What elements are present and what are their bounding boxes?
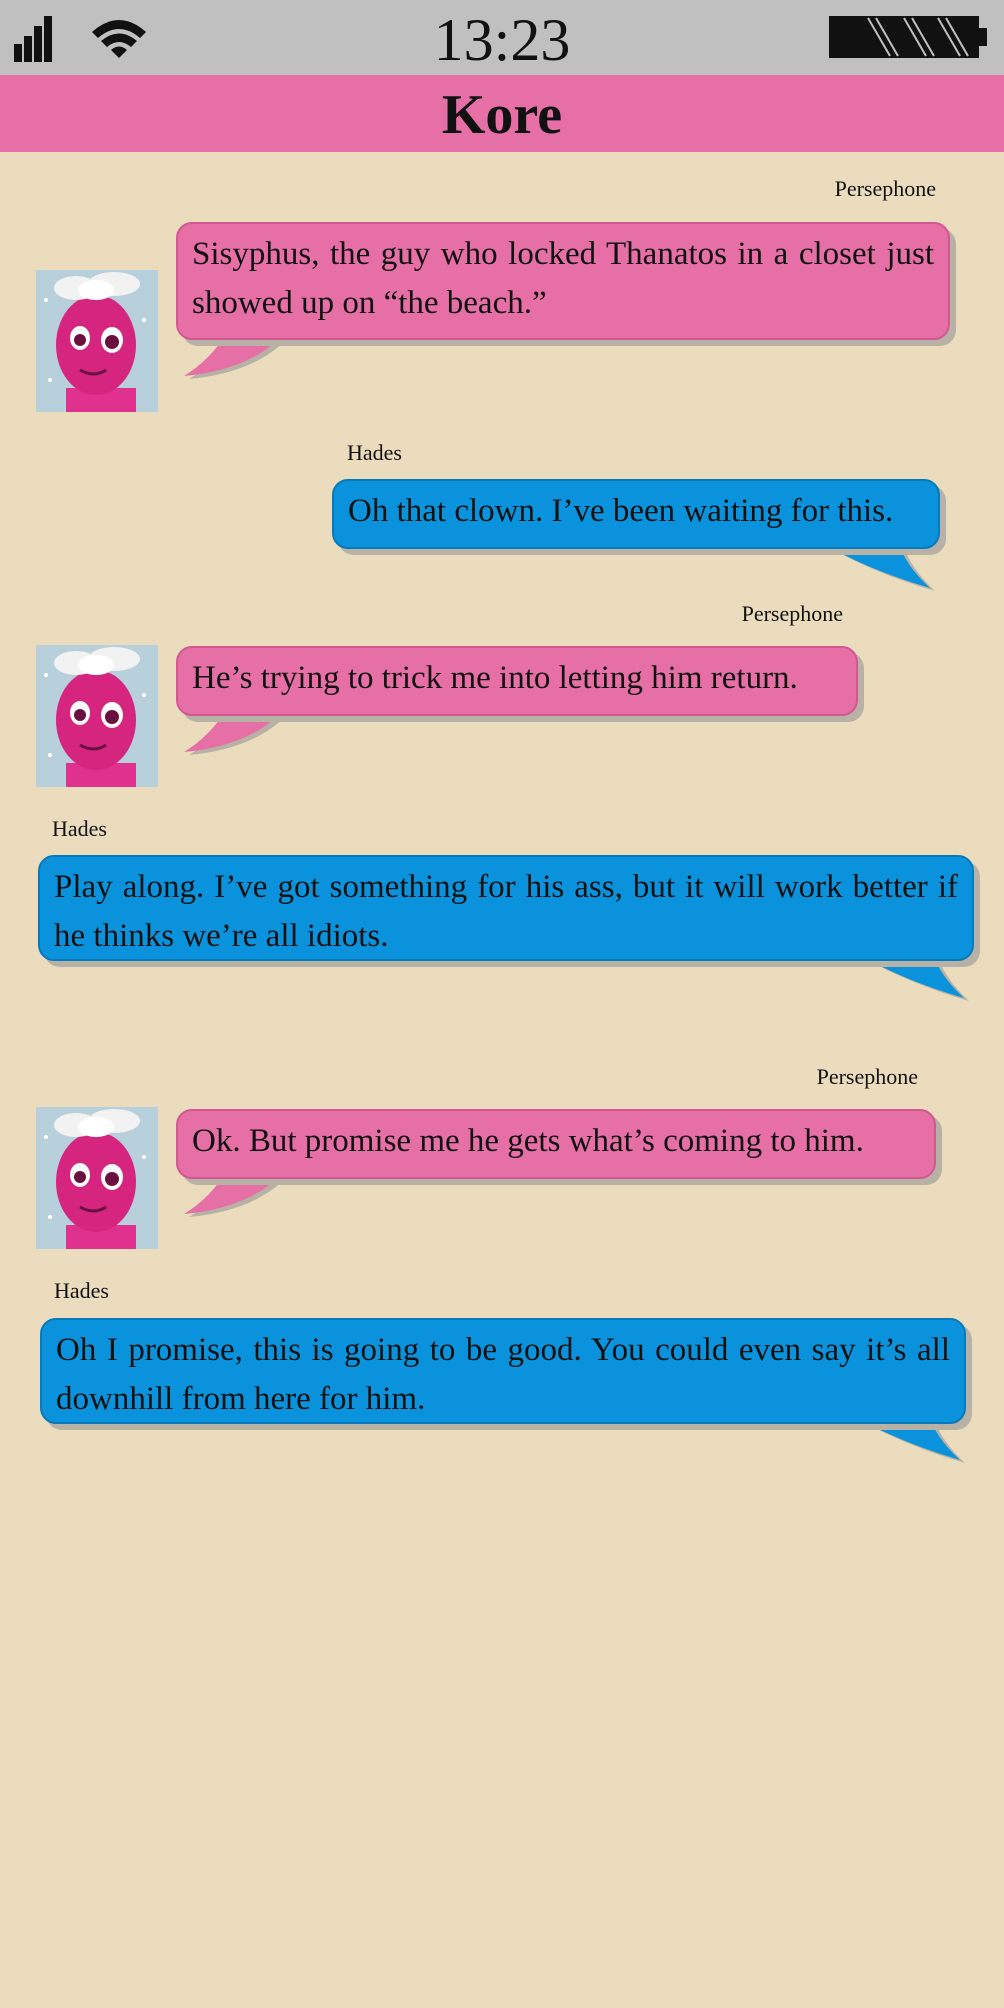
conversation-title: Kore (0, 75, 1004, 152)
sender-name: Persephone (834, 176, 936, 201)
message-bubble: Play along. I’ve got something for his a… (38, 855, 974, 961)
persephone-avatar (36, 270, 158, 412)
sender-name: Hades (52, 816, 107, 841)
sender-name: Hades (54, 1278, 109, 1303)
message-bubble: Oh I promise, this is going to be good. … (40, 1318, 966, 1424)
message-bubble: Sisyphus, the guy who locked Thanatos in… (176, 222, 950, 340)
sender-name: Persephone (816, 1064, 918, 1089)
status-bar: 13:23 (0, 0, 1004, 75)
persephone-avatar (36, 1107, 158, 1249)
message-bubble: Oh that clown. I’ve been waiting for thi… (332, 479, 940, 549)
battery-icon (829, 16, 987, 58)
persephone-avatar (36, 645, 158, 787)
message-bubble: Ok. But promise me he gets what’s coming… (176, 1109, 936, 1179)
message-bubble: He’s trying to trick me into letting him… (176, 646, 858, 716)
sender-name: Hades (347, 440, 402, 465)
sender-name: Persephone (741, 601, 843, 626)
